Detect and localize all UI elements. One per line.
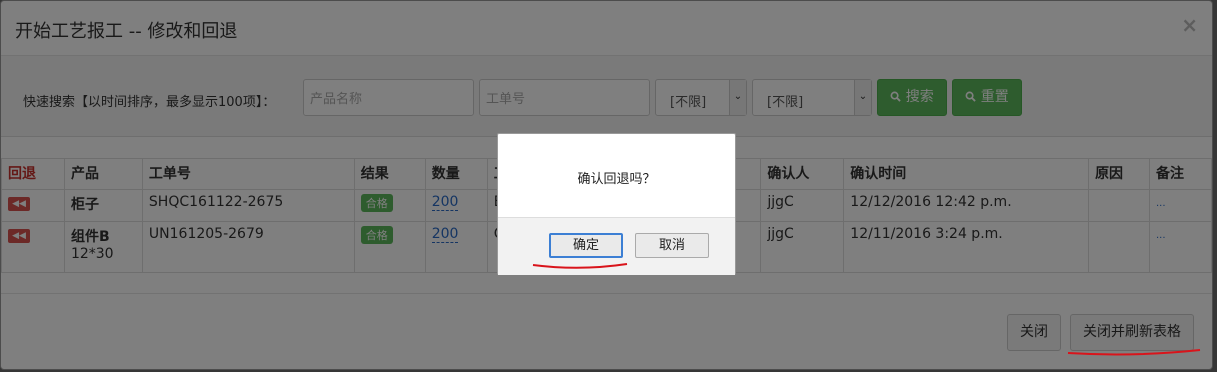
annotation-underline-refresh (1067, 349, 1201, 356)
confirm-ok-button[interactable]: 确定 (549, 233, 623, 258)
confirm-dialog: 确认回退吗？ 确定 取消 (497, 133, 736, 275)
confirm-message: 确认回退吗？ (577, 172, 656, 187)
confirm-cancel-button[interactable]: 取消 (635, 233, 709, 258)
annotation-underline-ok (532, 263, 628, 269)
